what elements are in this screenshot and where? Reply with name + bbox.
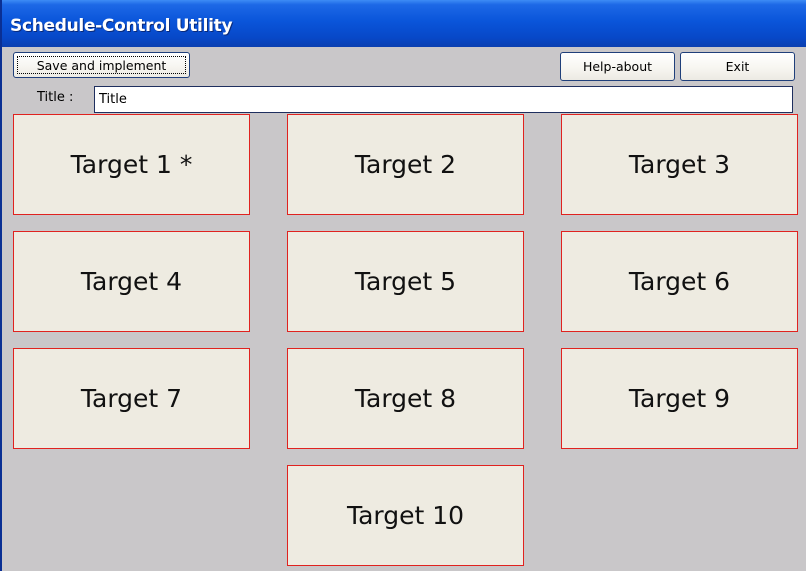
target-10-button[interactable]: Target 10 <box>287 465 524 566</box>
target-8-button[interactable]: Target 8 <box>287 348 524 449</box>
target-9-button[interactable]: Target 9 <box>561 348 798 449</box>
help-about-label: Help-about <box>582 59 653 74</box>
window-title: Schedule-Control Utility <box>10 16 233 36</box>
app-window: Schedule-Control Utility Save and implem… <box>0 0 806 571</box>
target-7-button[interactable]: Target 7 <box>13 348 250 449</box>
target-1-button[interactable]: Target 1 * <box>13 114 250 215</box>
help-about-button[interactable]: Help-about <box>560 52 675 81</box>
save-and-implement-label: Save and implement <box>36 57 167 73</box>
save-and-implement-button[interactable]: Save and implement <box>13 52 190 78</box>
title-field-label: Title : <box>37 90 74 105</box>
target-2-button[interactable]: Target 2 <box>287 114 524 215</box>
target-5-button[interactable]: Target 5 <box>287 231 524 332</box>
target-6-button[interactable]: Target 6 <box>561 231 798 332</box>
target-3-button[interactable]: Target 3 <box>561 114 798 215</box>
title-input[interactable] <box>94 86 793 113</box>
title-bar[interactable]: Schedule-Control Utility <box>2 0 806 47</box>
target-4-button[interactable]: Target 4 <box>13 231 250 332</box>
exit-label: Exit <box>725 59 750 74</box>
exit-button[interactable]: Exit <box>680 52 795 81</box>
